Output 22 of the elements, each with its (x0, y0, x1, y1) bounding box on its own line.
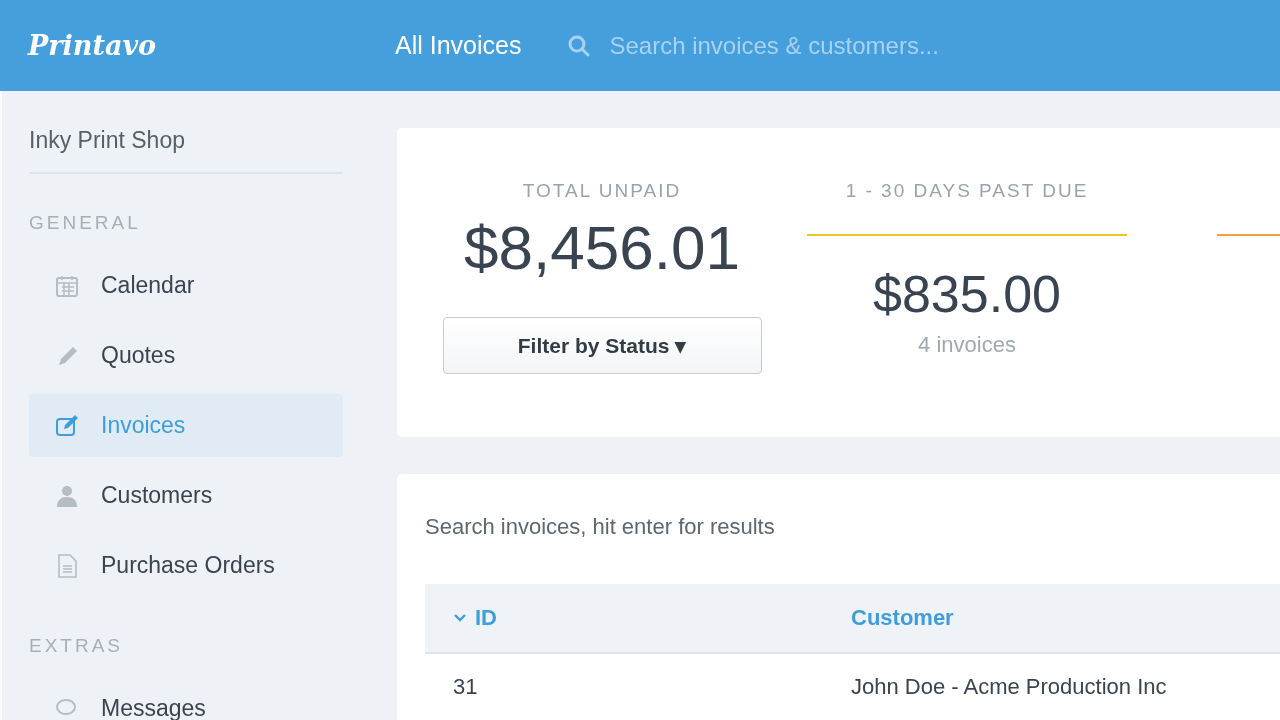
section-heading: EXTRAS (29, 635, 125, 657)
sidebar-item[interactable]: Quotes (29, 324, 343, 387)
sidebar-item[interactable]: Customers (29, 464, 343, 527)
sidebar-item[interactable]: Purchase Orders (29, 534, 343, 597)
sidebar-item[interactable]: Calendar (29, 254, 343, 317)
section-heading: GENERAL (29, 212, 142, 234)
search-field[interactable]: Search invoices & customers... (609, 31, 1210, 60)
search-icon (567, 33, 592, 58)
sidebar-item[interactable]: Messages (29, 677, 343, 720)
filter-button[interactable]: Filter by Status ▾ (442, 317, 762, 374)
invoice-count: 4 invoices (918, 332, 1016, 358)
page-title: All Invoices (395, 31, 522, 60)
sort-caret-icon (453, 613, 467, 623)
calendar-icon (55, 273, 81, 298)
shop-name: Inky Print Shop (29, 127, 343, 174)
total-amount: $8,456.01 (464, 212, 740, 283)
stat-label: TOTAL UNPAID (522, 180, 682, 203)
table-cell-text: 31 (452, 674, 479, 700)
table-cell: John Doe - Acme Production Inc (851, 674, 1167, 700)
stat-label: 1 - 30 DAYS PAST DUE (845, 180, 1089, 203)
bucket-amount: $835.00 (873, 264, 1061, 324)
edit-icon (55, 413, 81, 438)
